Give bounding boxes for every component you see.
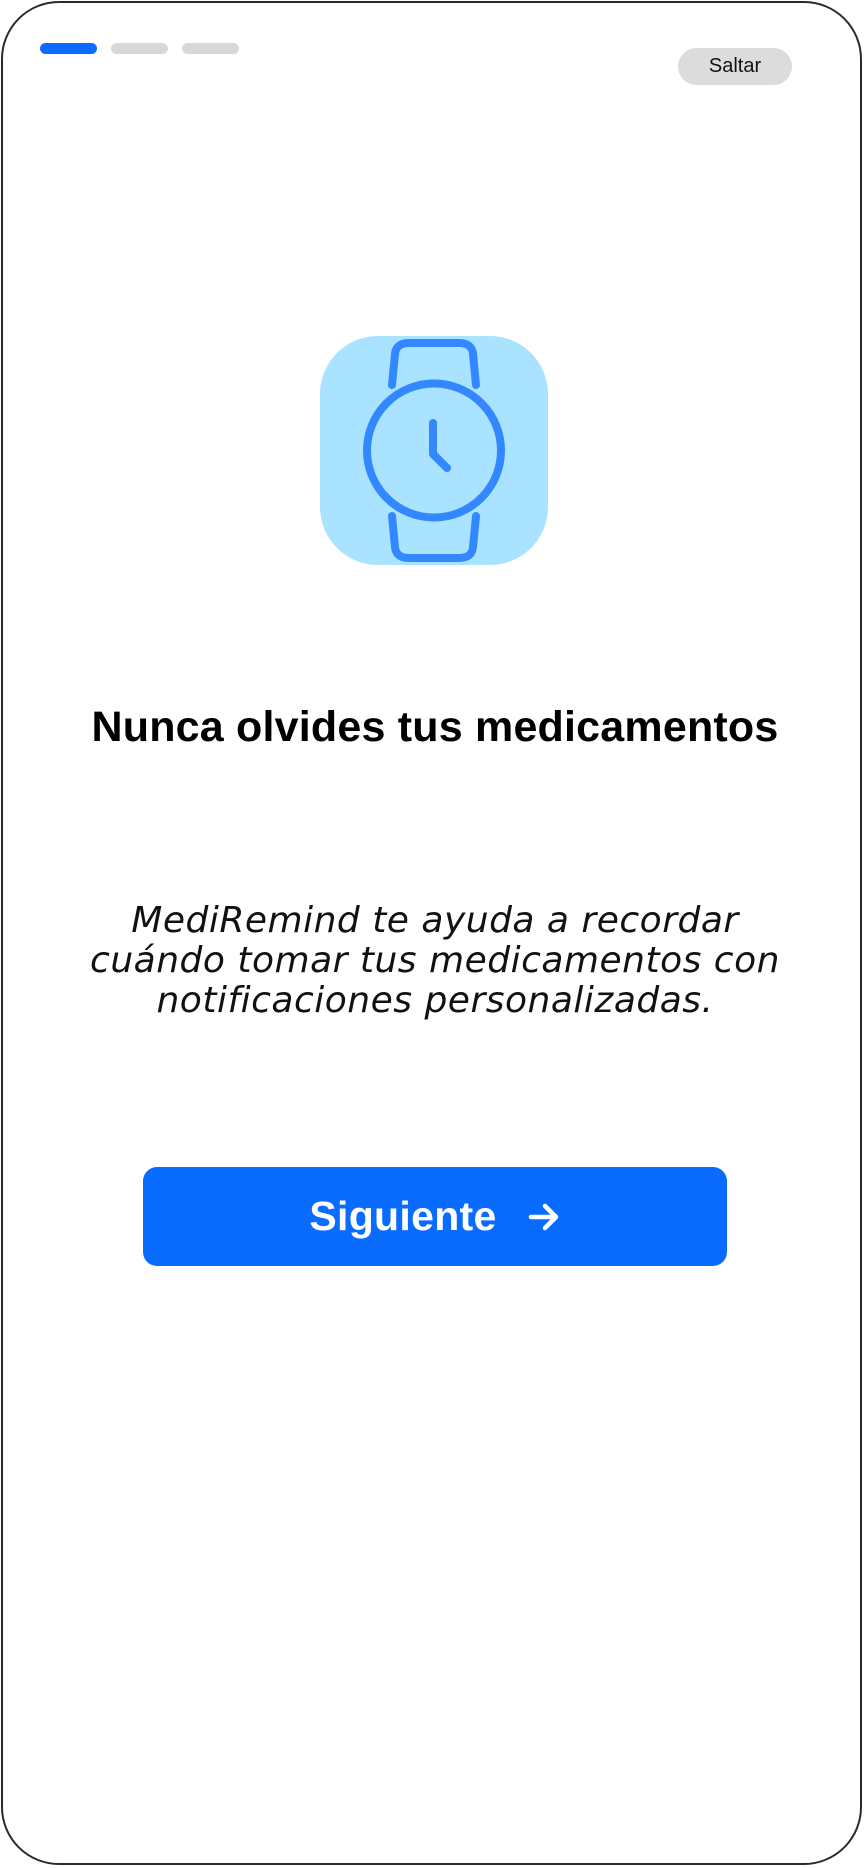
next-button-label: Siguiente — [309, 1193, 497, 1239]
progress-step-2 — [111, 43, 168, 54]
hero-illustration — [320, 336, 548, 565]
onboarding-title: Nunca olvides tus medicamentos — [91, 703, 779, 751]
progress-step-3 — [182, 43, 239, 54]
skip-button[interactable]: Saltar — [678, 48, 792, 85]
arrow-right-icon — [528, 1203, 558, 1230]
progress-step-1-active — [40, 43, 97, 54]
watch-icon — [363, 339, 505, 562]
onboarding-screen: Saltar Nunca olvides tus medicamentos Me… — [1, 1, 862, 1865]
progress-indicator — [40, 43, 239, 54]
next-button[interactable]: Siguiente — [143, 1167, 727, 1266]
onboarding-description: MediRemind te ayuda a recordar cuándo to… — [90, 900, 780, 1021]
